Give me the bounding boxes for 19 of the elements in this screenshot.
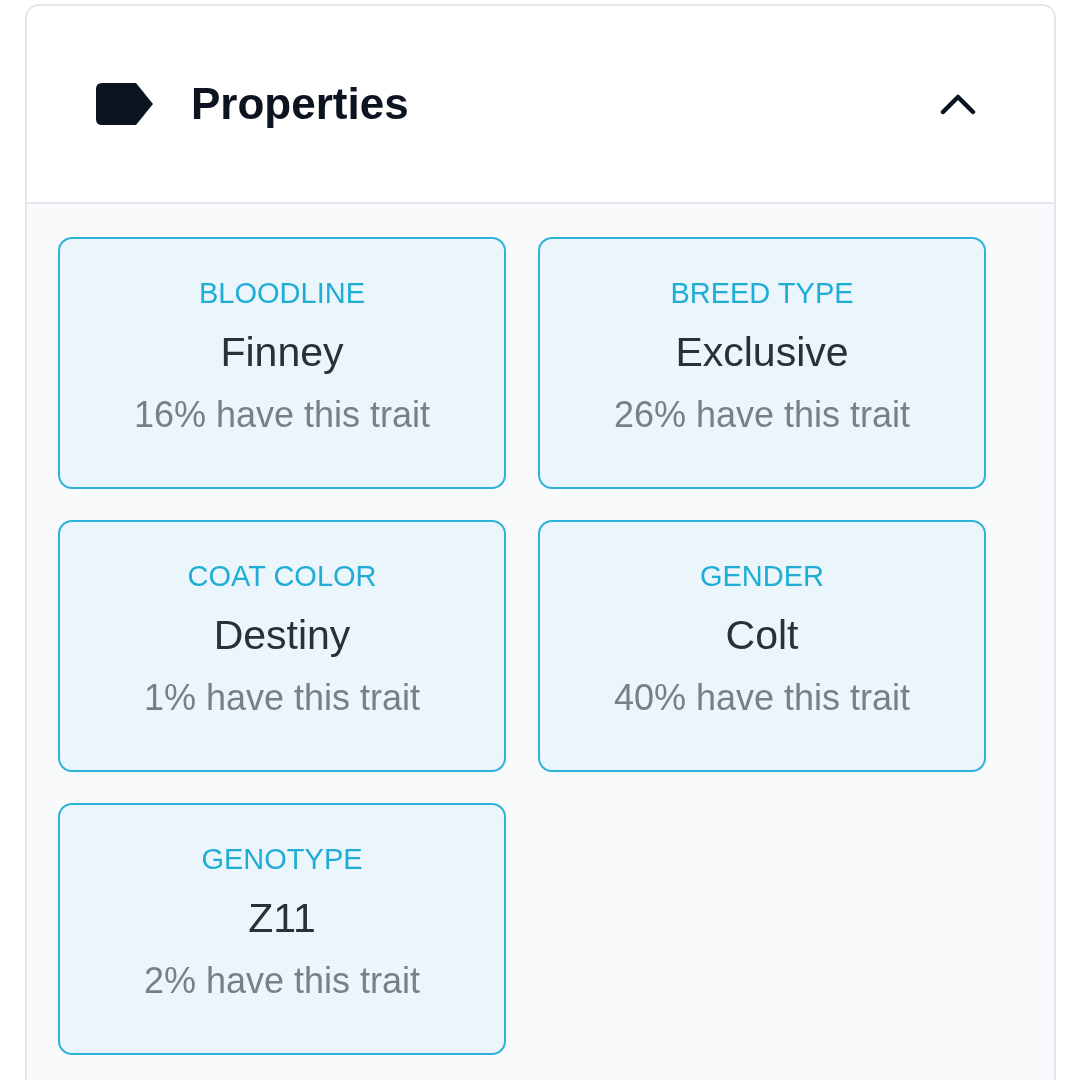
panel-header[interactable]: Properties: [27, 6, 1054, 204]
trait-share: 40% have this trait: [613, 676, 911, 720]
trait-share: 2% have this trait: [143, 959, 421, 1003]
tag-icon: [96, 83, 153, 125]
chevron-up-icon: [940, 93, 976, 115]
trait-label: BLOODLINE: [199, 276, 365, 311]
trait-label: GENOTYPE: [201, 842, 363, 877]
trait-label: BREED TYPE: [670, 276, 854, 311]
trait-share: 16% have this trait: [133, 393, 431, 437]
trait-label: GENDER: [699, 559, 825, 594]
panel-title: Properties: [191, 78, 410, 130]
trait-value: Finney: [220, 328, 344, 377]
trait-share: 26% have this trait: [613, 393, 911, 437]
trait-share: 1% have this trait: [143, 676, 421, 720]
trait-value: Destiny: [213, 611, 351, 660]
trait-label: COAT COLOR: [187, 559, 377, 594]
trait-value: Colt: [725, 611, 799, 660]
trait-value: Exclusive: [675, 328, 849, 377]
trait-value: Z11: [248, 894, 316, 943]
